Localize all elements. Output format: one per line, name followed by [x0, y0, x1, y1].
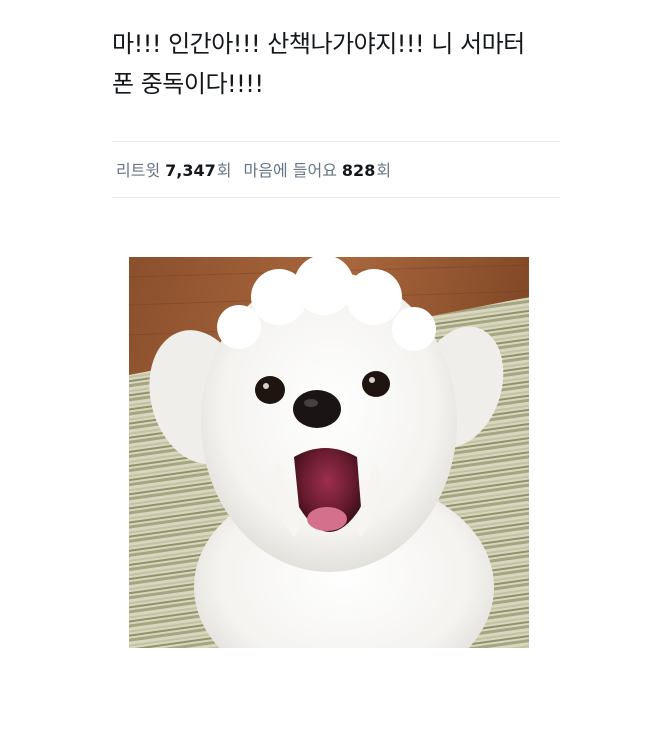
retweet-label: 리트윗: [116, 161, 161, 180]
tweet-stats: 리트윗 7,347 회 마음에 들어요 828 회: [116, 155, 391, 183]
like-count: 828: [341, 161, 376, 180]
dog-photo-illustration: [129, 257, 529, 648]
tweet-body: 마!!! 인간아!!! 산책나가야지!!! 니 서마터 폰 중독이다!!!!: [112, 24, 560, 104]
retweet-count: 7,347: [165, 161, 216, 180]
retweet-stat[interactable]: 리트윗 7,347 회: [116, 157, 232, 181]
tweet-text: 마!!! 인간아!!! 산책나가야지!!! 니 서마터 폰 중독이다!!!!: [112, 30, 525, 98]
tweet-photo[interactable]: [129, 257, 529, 648]
dog-right-eye: [362, 371, 390, 397]
stats-divider-top: [112, 141, 560, 142]
like-label: 마음에 들어요: [243, 161, 337, 180]
dog-nose: [293, 390, 341, 428]
like-unit: 회: [376, 161, 392, 180]
like-stat[interactable]: 마음에 들어요 828 회: [244, 157, 392, 181]
dog-tongue: [307, 507, 347, 531]
dog-left-eye: [255, 376, 285, 404]
stats-divider-bottom: [112, 197, 560, 198]
retweet-unit: 회: [216, 161, 232, 180]
